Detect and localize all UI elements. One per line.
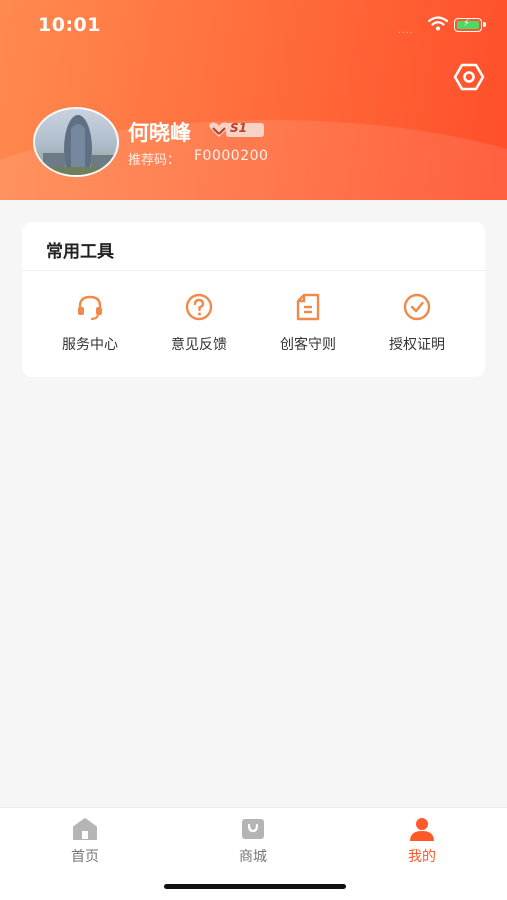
home-indicator: [164, 884, 346, 889]
status-time: 10:01: [38, 14, 101, 36]
wifi-icon: [428, 16, 448, 31]
avatar[interactable]: [33, 107, 119, 177]
tab-home[interactable]: 首页: [35, 816, 135, 866]
referral-code: F0000200: [194, 148, 269, 164]
settings-icon[interactable]: [452, 60, 486, 94]
home-icon: [73, 818, 97, 840]
check-circle-icon: [403, 293, 431, 321]
tool-service-center[interactable]: 服务中心: [35, 292, 145, 354]
vip-level-badge: S1: [208, 121, 264, 139]
tools-title: 常用工具: [46, 242, 114, 262]
user-icon: [410, 818, 434, 841]
tool-authorization-proof[interactable]: 授权证明: [362, 292, 472, 354]
tab-mine[interactable]: 我的: [372, 816, 472, 866]
tool-label: 创客守则: [280, 337, 336, 353]
document-icon: [296, 293, 320, 321]
user-name: 何晓峰: [128, 121, 191, 145]
profile-header: 10:01 .... ⚡ 何晓峰 S1 推荐码： F0000200: [0, 0, 507, 200]
tool-label: 服务中心: [62, 337, 118, 353]
tool-label: 授权证明: [389, 337, 445, 353]
vip-level-text: S1: [230, 121, 247, 135]
tools-divider: [22, 270, 485, 271]
tab-shop[interactable]: 商城: [203, 816, 303, 866]
headset-icon: [78, 295, 102, 320]
tab-label: 我的: [408, 849, 436, 865]
battery-charging-icon: ⚡: [454, 18, 486, 32]
tab-label: 商城: [239, 849, 267, 865]
tab-label: 首页: [71, 849, 99, 865]
signal-dots: ....: [398, 26, 414, 36]
referral-label: 推荐码：: [128, 153, 181, 168]
tool-feedback[interactable]: 意见反馈: [144, 292, 254, 354]
tool-label: 意见反馈: [171, 337, 227, 353]
tool-maker-rules[interactable]: 创客守则: [253, 292, 363, 354]
tools-card: 常用工具 服务中心 意见反馈 创客守则 授权证明: [22, 222, 485, 377]
shop-bag-icon: [242, 819, 264, 839]
question-circle-icon: [185, 293, 213, 321]
